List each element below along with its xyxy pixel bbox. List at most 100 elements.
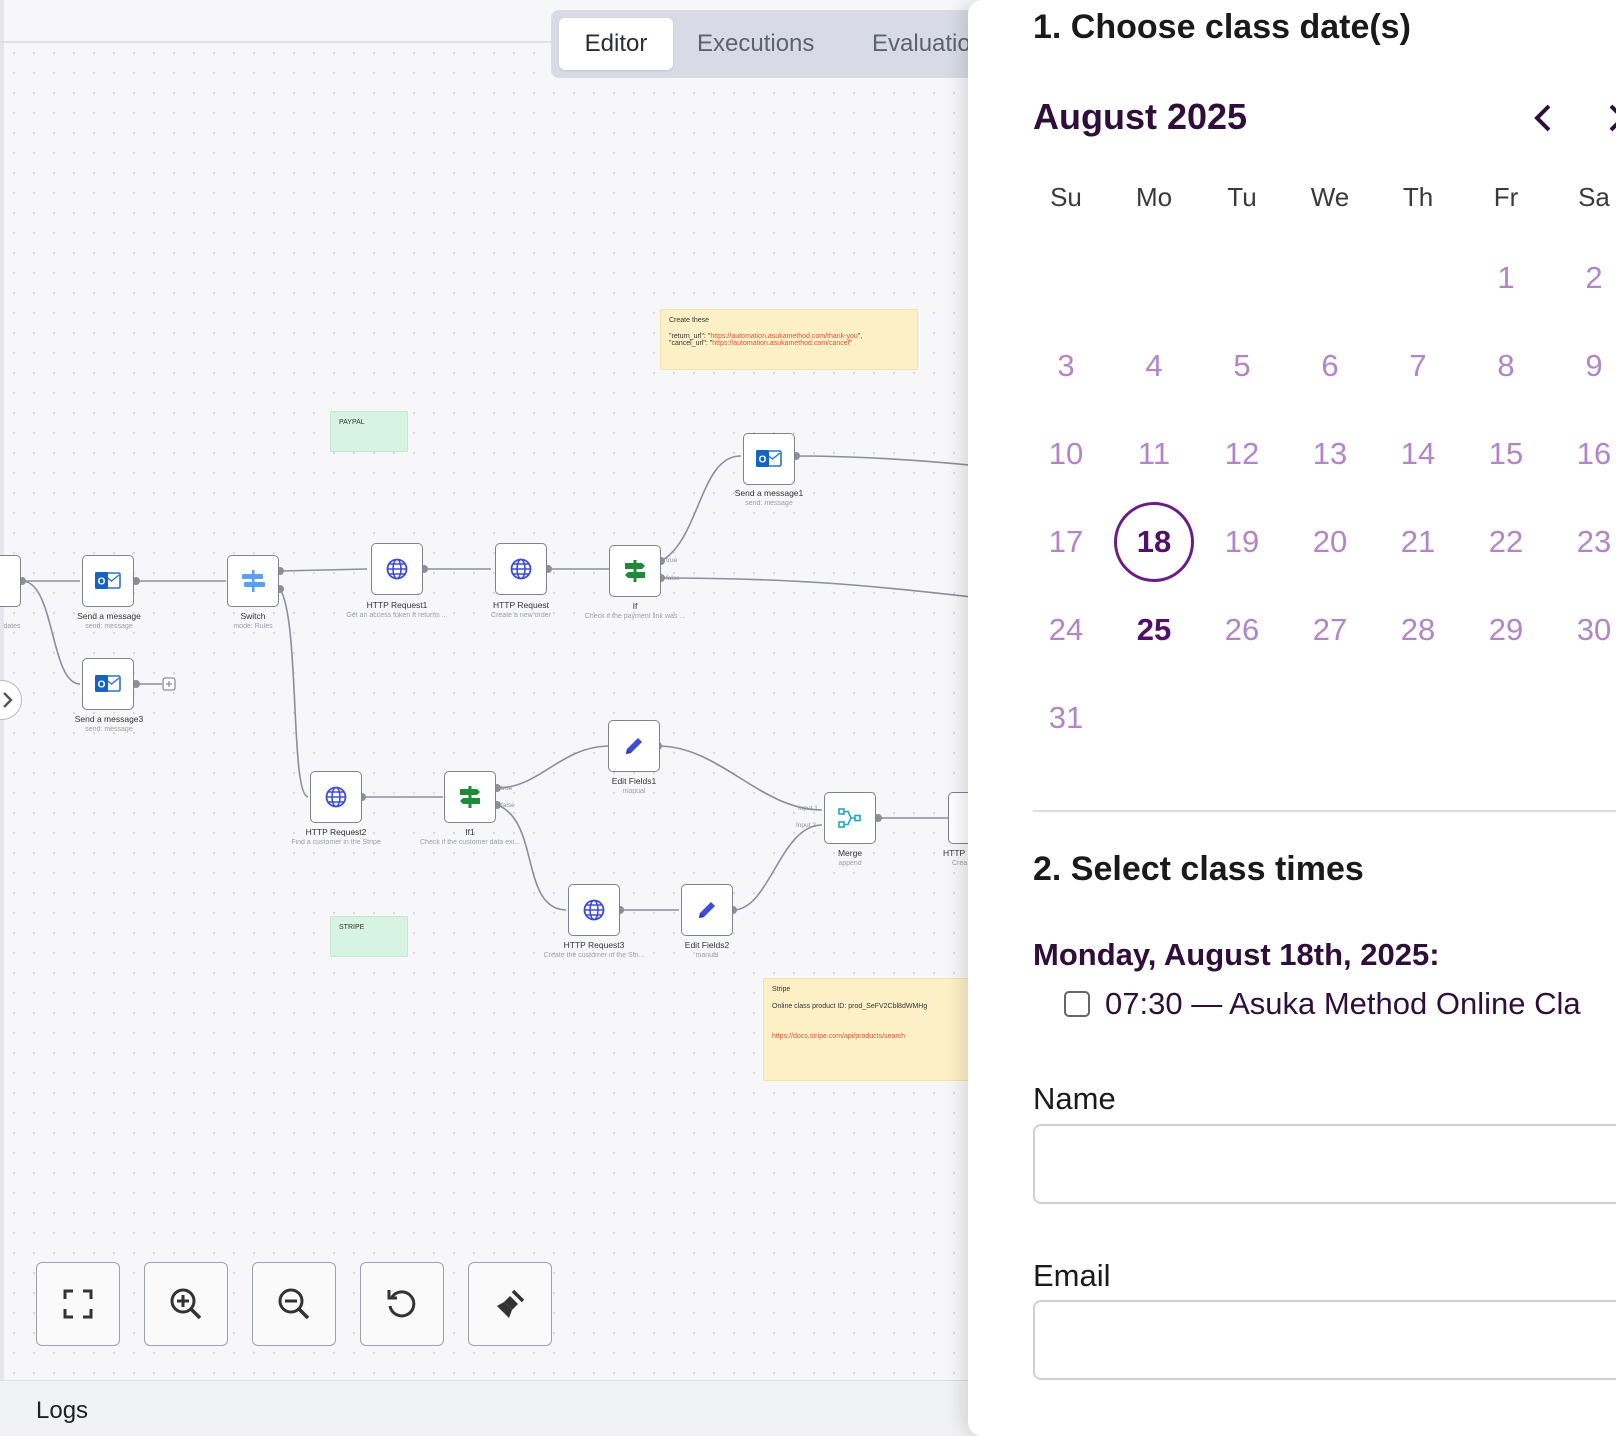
calendar-day[interactable]: 5	[1202, 326, 1282, 406]
prev-month-button[interactable]	[1524, 98, 1564, 138]
node-switch[interactable]	[227, 555, 279, 607]
svg-text:O: O	[98, 680, 106, 691]
zoom-in-icon	[170, 1288, 202, 1320]
node-subtitle: send: message	[745, 500, 793, 507]
calendar-day[interactable]: 22	[1466, 502, 1546, 582]
tidy-up-button[interactable]	[468, 1262, 552, 1346]
node-subtitle: Check if the customer data exi...	[420, 839, 520, 846]
calendar-day[interactable]: 7	[1378, 326, 1458, 406]
calendar-day[interactable]: 9	[1554, 326, 1616, 406]
node-trigger[interactable]	[0, 555, 21, 607]
sticky-line-return-url: "return_url": "https://automation.asukam…	[669, 333, 909, 340]
node-merge[interactable]	[824, 792, 876, 844]
calendar-day[interactable]: 1	[1466, 238, 1546, 318]
email-input[interactable]	[1033, 1300, 1616, 1380]
node-title: Edit Fields1	[611, 776, 657, 786]
calendar-day[interactable]: 19	[1202, 502, 1282, 582]
calendar-day[interactable]: 16	[1554, 414, 1616, 494]
calendar-day[interactable]: 6	[1290, 326, 1370, 406]
calendar-day[interactable]: 29	[1466, 590, 1546, 670]
fit-view-button[interactable]	[36, 1262, 120, 1346]
calendar-day[interactable]: 18	[1114, 502, 1194, 582]
sticky-stripe-group[interactable]: STRIPE	[330, 916, 408, 957]
node-subtitle: append	[838, 860, 862, 867]
logs-panel-bar[interactable]	[0, 1380, 980, 1436]
calendar-day[interactable]: 15	[1466, 414, 1546, 494]
reset-zoom-button[interactable]	[360, 1262, 444, 1346]
globe-icon	[583, 899, 605, 921]
pencil-icon	[626, 738, 642, 754]
node-send-message1[interactable]: O	[743, 433, 795, 485]
class-time-label[interactable]: 07:30 — Asuka Method Online Cla	[1105, 986, 1581, 1022]
zoom-in-button[interactable]	[144, 1262, 228, 1346]
connections-layer	[18, 452, 980, 914]
calendar-day[interactable]: 12	[1202, 414, 1282, 494]
calendar-day[interactable]: 17	[1026, 502, 1106, 582]
calendar-day[interactable]: 13	[1290, 414, 1370, 494]
svg-text:O: O	[98, 577, 106, 588]
sticky-url[interactable]: https://automation.asukamethod.com/thank…	[710, 333, 857, 340]
undo-icon	[387, 1290, 416, 1318]
class-time-checkbox[interactable]	[1064, 991, 1090, 1017]
calendar-day[interactable]: 24	[1026, 590, 1106, 670]
node-send-message[interactable]: O	[82, 555, 134, 607]
calendar-day[interactable]: 10	[1026, 414, 1106, 494]
node-http-request2[interactable]	[310, 771, 362, 823]
node-subtitle: mode: Rules	[233, 623, 273, 630]
sticky-paypal[interactable]: PAYPAL	[330, 411, 408, 452]
sticky-line-cancel-url: "cancel_url": "https://automation.asukam…	[669, 340, 909, 347]
node-edit-fields2[interactable]	[681, 884, 733, 936]
step1-heading: 1. Choose class date(s)	[1033, 8, 1411, 46]
node-http-request1[interactable]	[371, 543, 423, 595]
name-input[interactable]	[1033, 1124, 1616, 1204]
zoom-out-button[interactable]	[252, 1262, 336, 1346]
calendar-day[interactable]: 30	[1554, 590, 1616, 670]
weekday-header: Sa	[1578, 182, 1610, 212]
sticky-stripe-note[interactable]: Stripe Online class product ID: prod_SeF…	[763, 978, 983, 1081]
weekday-header: Tu	[1227, 182, 1257, 212]
calendar-day[interactable]: 11	[1114, 414, 1194, 494]
calendar-day[interactable]: 23	[1554, 502, 1616, 582]
calendar-day[interactable]: 26	[1202, 590, 1282, 670]
globe-icon	[510, 558, 532, 580]
node-http-request3[interactable]	[568, 884, 620, 936]
zoom-out-icon	[278, 1288, 310, 1320]
next-month-button[interactable]	[1596, 98, 1616, 138]
port-label-true: true	[666, 557, 678, 564]
node-subtitle: manual	[695, 952, 719, 959]
sticky-title: Stripe	[772, 986, 791, 993]
sticky-url[interactable]: https://automation.asukamethod.com/cance…	[712, 340, 849, 347]
sticky-url[interactable]: https://docs.stripe.com/api/products/sea…	[772, 1033, 974, 1040]
logs-label: Logs	[36, 1397, 89, 1424]
node-send-message3[interactable]: O	[82, 658, 134, 710]
node-title: Send a message1	[734, 488, 804, 498]
port-label-true: true	[501, 785, 513, 792]
calendar-day[interactable]: 28	[1378, 590, 1458, 670]
chevron-right-icon	[1609, 104, 1616, 132]
calendar-day[interactable]: 8	[1466, 326, 1546, 406]
add-node-plus-icon[interactable]	[162, 677, 176, 691]
node-title: If1	[465, 827, 475, 837]
outlook-icon: O	[95, 675, 121, 692]
name-label: Name	[1033, 1081, 1116, 1116]
node-if[interactable]	[609, 545, 661, 597]
weekday-header: We	[1310, 182, 1350, 212]
calendar-day[interactable]: 2	[1554, 238, 1616, 318]
node-http-request[interactable]	[495, 543, 547, 595]
if-signpost-icon	[460, 786, 480, 808]
calendar-day[interactable]: 3	[1026, 326, 1106, 406]
node-edit-fields1[interactable]	[608, 720, 660, 772]
weekday-header: Fr	[1493, 182, 1519, 212]
node-if1[interactable]	[444, 771, 496, 823]
node-title: Merge	[837, 848, 863, 858]
calendar-day[interactable]: 20	[1290, 502, 1370, 582]
calendar-day[interactable]: 31	[1026, 678, 1106, 758]
calendar-day[interactable]: 27	[1290, 590, 1370, 670]
chevron-left-icon	[1534, 104, 1551, 132]
calendar-day[interactable]: 14	[1378, 414, 1458, 494]
weekday-header: Su	[1050, 182, 1082, 212]
calendar-day[interactable]: 25	[1114, 590, 1194, 670]
calendar-day[interactable]: 4	[1114, 326, 1194, 406]
sticky-create-these[interactable]: Create these "return_url": "https://auto…	[660, 309, 918, 370]
calendar-day[interactable]: 21	[1378, 502, 1458, 582]
